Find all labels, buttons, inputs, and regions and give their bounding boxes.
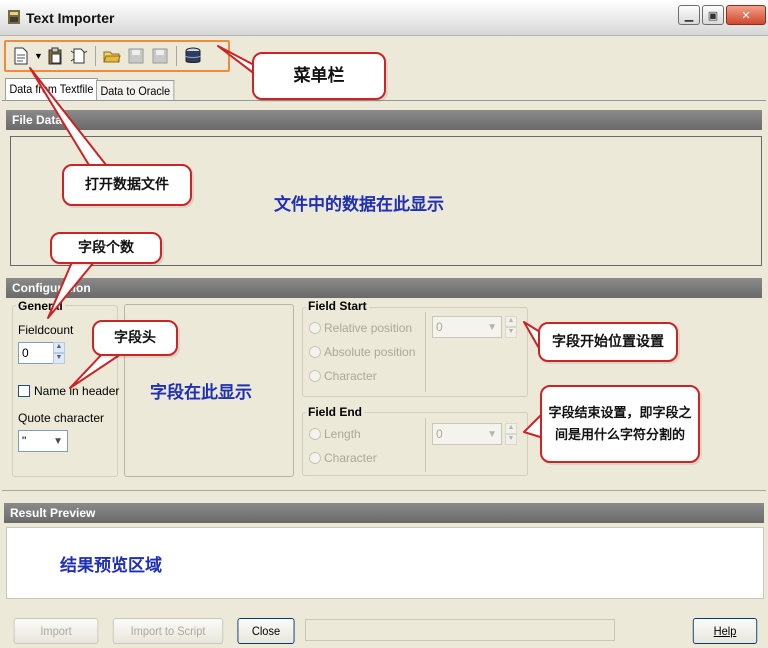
- down-arrow-icon[interactable]: ▼: [505, 434, 517, 445]
- menu-bar-callout: 菜单栏: [252, 52, 386, 100]
- absolute-position-label: Absolute position: [324, 345, 416, 359]
- database-button[interactable]: [182, 45, 204, 67]
- length-label: Length: [324, 427, 361, 441]
- tab-data-from-textfile[interactable]: Data from Textfile: [5, 78, 98, 100]
- field-start-divider: [425, 312, 426, 392]
- toolbar-separator: [95, 46, 96, 66]
- field-start-title: Field Start: [306, 299, 369, 313]
- field-end-stepper[interactable]: ▲ ▼: [505, 423, 517, 445]
- quote-character-value: ": [22, 434, 27, 448]
- end-character-label: Character: [324, 451, 377, 465]
- app-icon: [8, 10, 20, 24]
- quote-character-label: Quote character: [18, 411, 105, 425]
- new-icon: [70, 48, 88, 64]
- toolbar: ▼: [4, 40, 230, 72]
- status-field: [305, 619, 615, 641]
- file-data-header: File Data: [6, 110, 762, 130]
- open-file-button[interactable]: [10, 45, 32, 67]
- field-end-value-select[interactable]: 0 ▼: [432, 423, 502, 445]
- new-button[interactable]: [68, 45, 90, 67]
- length-radio[interactable]: [309, 428, 321, 440]
- down-arrow-icon[interactable]: ▼: [53, 353, 65, 364]
- close-window-button[interactable]: ✕: [726, 5, 766, 25]
- close-icon: ✕: [741, 9, 751, 22]
- configuration-header: Configuration: [6, 278, 762, 298]
- section-divider: [2, 490, 766, 491]
- field-end-title: Field End: [306, 405, 364, 419]
- fieldcount-stepper[interactable]: ▲ ▼: [53, 342, 65, 364]
- start-character-radio[interactable]: [309, 370, 321, 382]
- maximize-icon: ▣: [707, 9, 719, 22]
- open-file-icon: [14, 47, 28, 65]
- paste-button[interactable]: [44, 45, 66, 67]
- name-in-header-checkbox[interactable]: [18, 385, 30, 397]
- general-title: General: [16, 299, 65, 313]
- field-start-callout: 字段开始位置设置: [538, 322, 678, 362]
- window-title: Text Importer: [26, 10, 115, 26]
- file-data-note: 文件中的数据在此显示: [274, 195, 444, 214]
- folder-open-icon: [103, 51, 121, 63]
- end-character-radio[interactable]: [309, 452, 321, 464]
- save-button[interactable]: [125, 45, 147, 67]
- save-icon: [128, 48, 144, 64]
- save-all-button[interactable]: [149, 45, 171, 67]
- up-arrow-icon[interactable]: ▲: [505, 316, 517, 327]
- field-start-value-select[interactable]: 0 ▼: [432, 316, 502, 338]
- tab-divider: [2, 100, 766, 101]
- fieldcount-label: Fieldcount: [18, 323, 74, 337]
- start-character-label: Character: [324, 369, 377, 383]
- relative-position-radio[interactable]: [309, 322, 321, 334]
- tab-data-to-oracle[interactable]: Data to Oracle: [96, 80, 175, 100]
- relative-position-label: Relative position: [324, 321, 413, 335]
- close-button[interactable]: Close: [237, 618, 295, 644]
- field-end-callout-line2: 间是用什么字符分割的: [554, 427, 685, 442]
- chevron-down-icon: ▼: [53, 436, 63, 447]
- field-start-value: 0: [436, 320, 443, 334]
- toolbar-separator: [176, 46, 177, 66]
- minimize-button[interactable]: ▁: [678, 5, 700, 25]
- result-preview-header: Result Preview: [4, 503, 764, 523]
- open-file-callout: 打开数据文件: [62, 164, 192, 206]
- chevron-down-icon: ▼: [487, 429, 497, 440]
- field-end-callout: 字段结束设置，即字段之 间是用什么字符分割的: [540, 385, 700, 463]
- import-button[interactable]: Import: [13, 618, 99, 644]
- field-count-callout: 字段个数: [50, 232, 162, 264]
- folder-open-button[interactable]: [101, 45, 123, 67]
- database-icon: [185, 47, 201, 63]
- paste-icon: [48, 47, 62, 65]
- import-to-script-button[interactable]: Import to Script: [112, 618, 224, 644]
- up-arrow-icon[interactable]: ▲: [505, 423, 517, 434]
- field-header-callout: 字段头: [92, 320, 178, 356]
- field-end-divider: [425, 418, 426, 472]
- field-start-stepper[interactable]: ▲ ▼: [505, 316, 517, 338]
- quote-character-select[interactable]: " ▼: [18, 430, 68, 452]
- name-in-header-label: Name in header: [34, 384, 120, 398]
- down-arrow-icon[interactable]: ▼: [505, 327, 517, 338]
- field-end-value: 0: [436, 427, 443, 441]
- dropdown-arrow-icon[interactable]: ▼: [34, 51, 43, 61]
- fieldcount-input[interactable]: 0: [18, 342, 56, 364]
- save-all-icon: [152, 48, 168, 64]
- maximize-button[interactable]: ▣: [702, 5, 724, 25]
- absolute-position-radio[interactable]: [309, 346, 321, 358]
- up-arrow-icon[interactable]: ▲: [53, 342, 65, 353]
- field-display-note: 字段在此显示: [150, 383, 252, 402]
- field-start-callout-text: 字段开始位置设置: [552, 333, 664, 350]
- help-button[interactable]: Help: [692, 618, 758, 644]
- title-bar: [0, 0, 768, 36]
- result-area-note: 结果预览区域: [60, 556, 162, 575]
- chevron-down-icon: ▼: [487, 322, 497, 333]
- minimize-icon: ▁: [684, 9, 694, 22]
- field-end-callout-line1: 字段结束设置，即字段之: [548, 404, 692, 420]
